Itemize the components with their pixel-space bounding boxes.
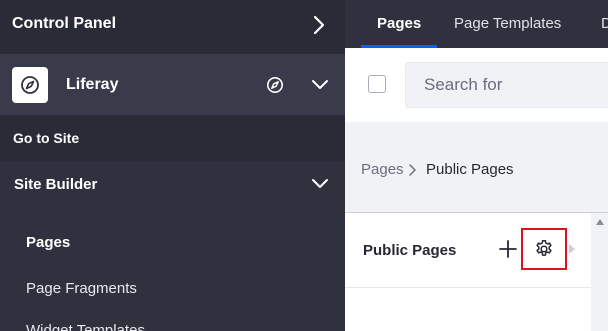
site-logo	[12, 67, 48, 103]
site-builder-section[interactable]: Site Builder	[14, 176, 97, 193]
divider	[345, 287, 591, 288]
chevron-down-icon[interactable]	[310, 78, 330, 92]
go-to-site-link[interactable]: Go to Site	[13, 130, 79, 146]
chevron-down-icon[interactable]	[310, 177, 330, 191]
sidebar-item-widget-templates[interactable]: Widget Templates	[26, 322, 145, 331]
scroll-up-arrow-icon[interactable]	[596, 219, 604, 225]
caret-right-icon[interactable]	[568, 244, 576, 254]
tab-pages[interactable]: Pages	[377, 15, 421, 32]
site-name: Liferay	[66, 76, 119, 93]
column-title: Public Pages	[363, 242, 457, 259]
compass-icon	[21, 76, 39, 94]
chevron-right-icon[interactable]	[310, 14, 328, 36]
sidebar-item-page-fragments[interactable]: Page Fragments	[26, 280, 137, 297]
sidebar-item-pages[interactable]: Pages	[26, 234, 70, 251]
highlight-box	[521, 228, 567, 270]
breadcrumb-pages-link[interactable]: Pages	[361, 161, 404, 178]
control-panel-title: Control Panel	[12, 15, 117, 32]
breadcrumb-current: Public Pages	[426, 161, 514, 178]
compass-icon[interactable]	[266, 76, 284, 94]
search-input[interactable]	[405, 62, 608, 108]
plus-icon[interactable]	[498, 239, 518, 259]
tab-truncated[interactable]: D	[601, 15, 608, 32]
scrollbar[interactable]	[591, 213, 608, 331]
select-all-checkbox[interactable]	[368, 75, 386, 93]
site-selector-row[interactable]	[0, 54, 345, 115]
chevron-right-icon	[409, 164, 416, 176]
tab-page-templates[interactable]: Page Templates	[454, 15, 561, 32]
